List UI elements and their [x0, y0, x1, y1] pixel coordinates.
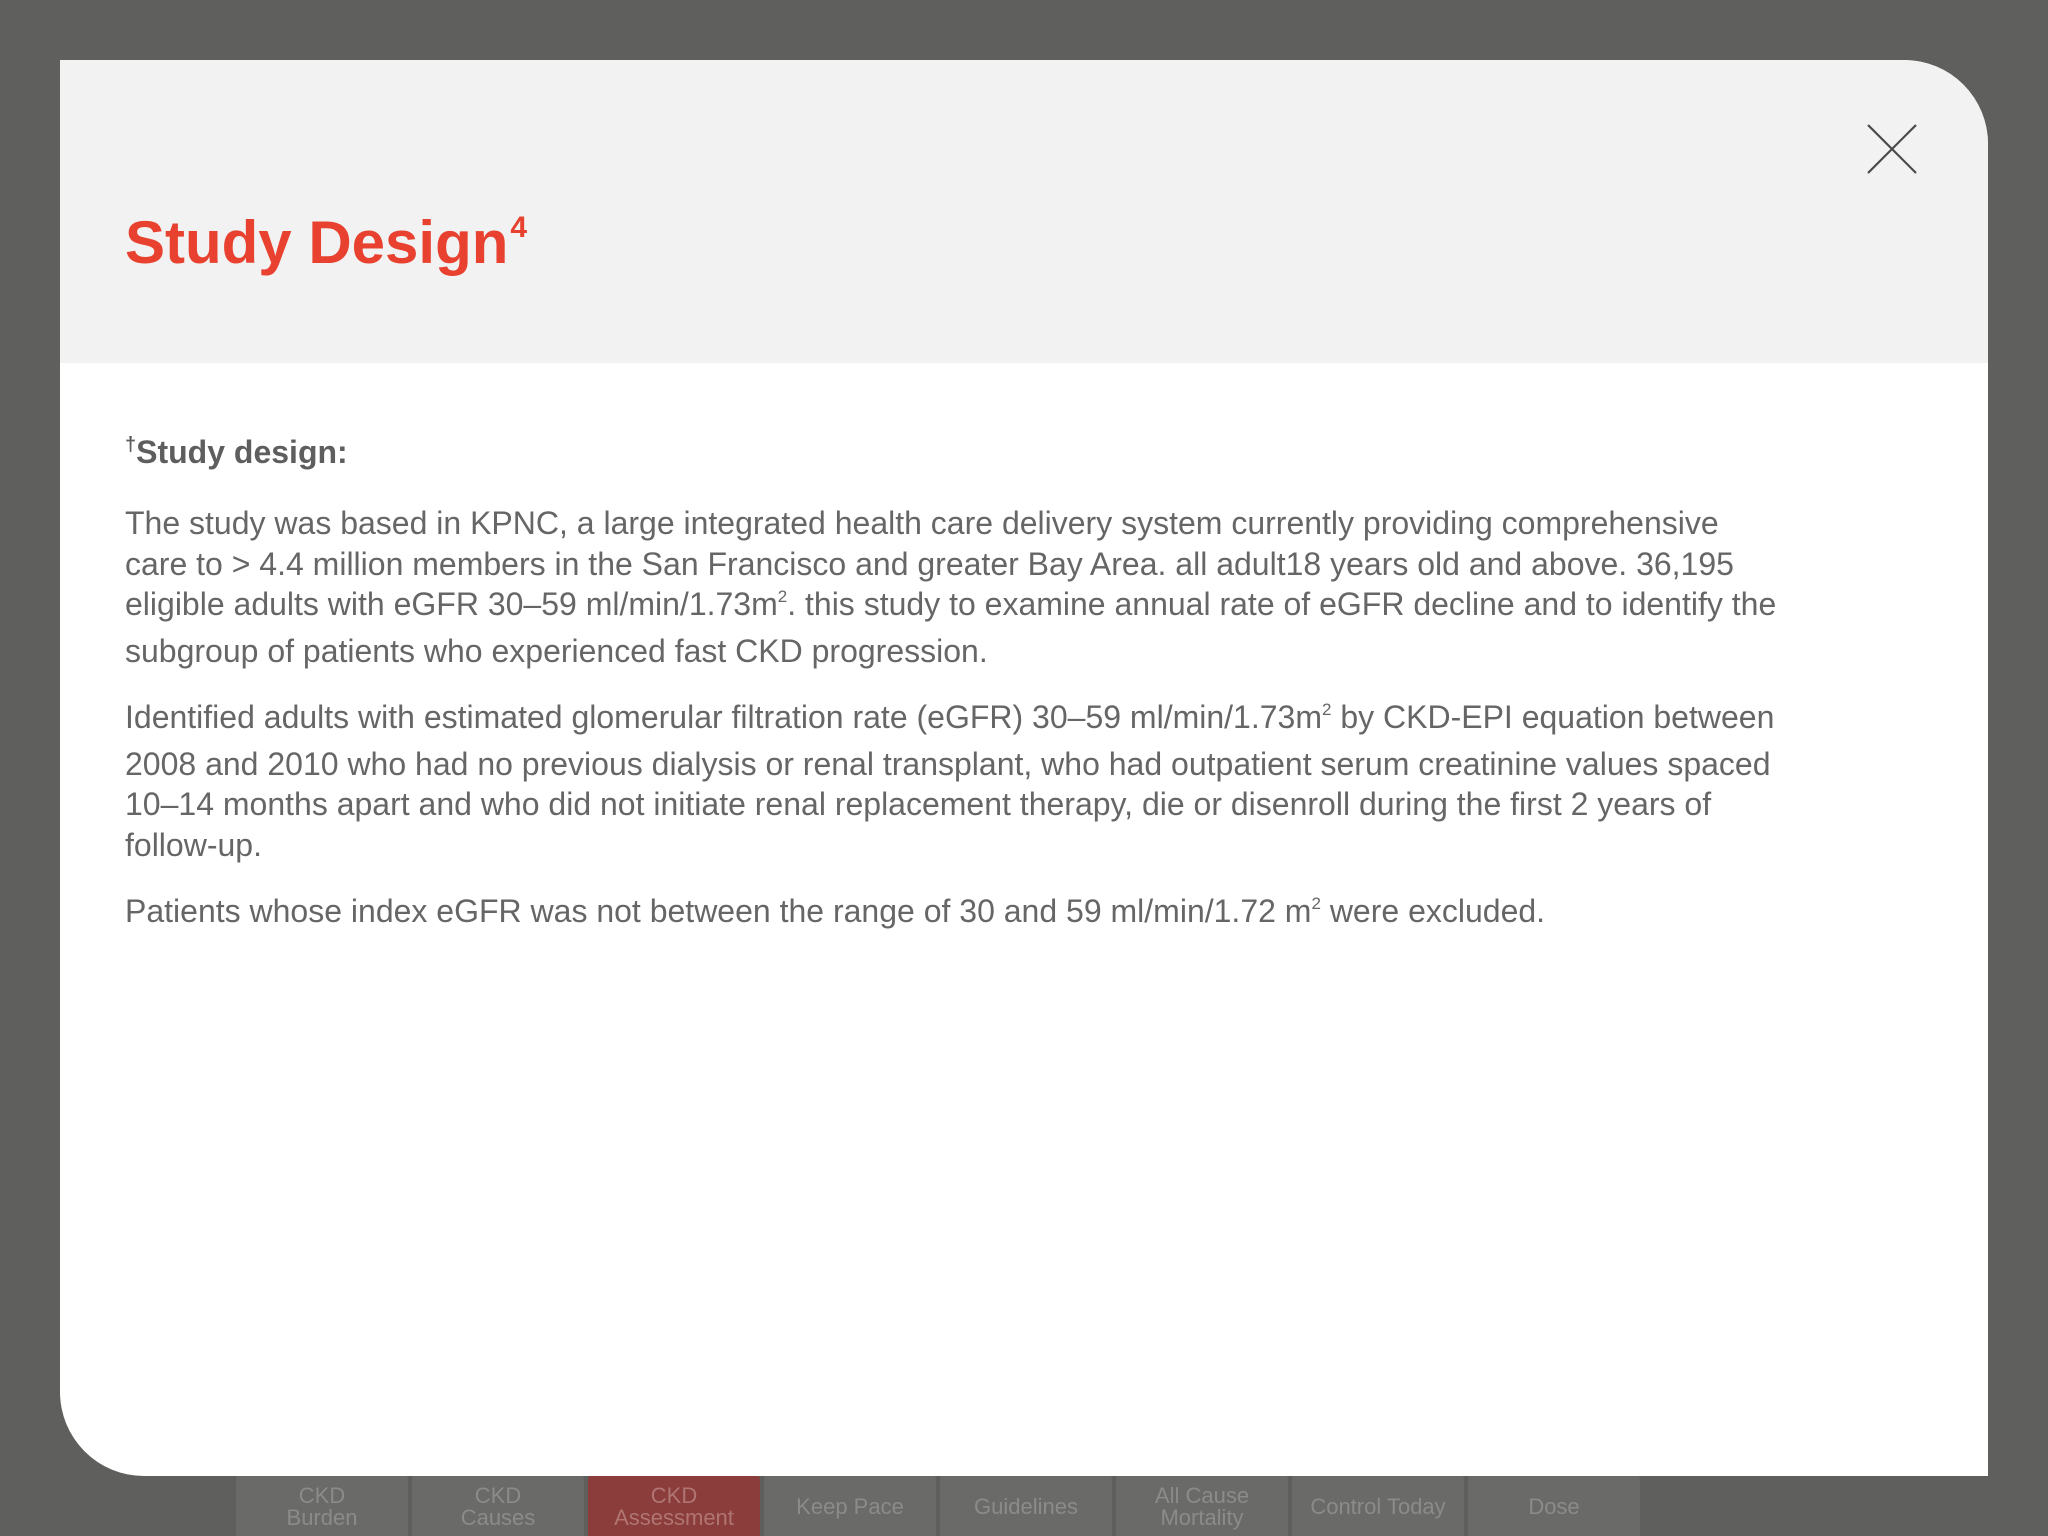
title-reference-number: 4 — [510, 211, 528, 244]
paragraph-exclusion: Patients whose index eGFR was not betwee… — [125, 891, 1785, 938]
paragraph-text: were excluded. — [1320, 893, 1546, 929]
tab-control-today[interactable]: Control Today — [1292, 1474, 1464, 1536]
section-heading-text: Study design: — [136, 434, 348, 470]
paragraph-text: Identified adults with estimated glomeru… — [125, 699, 1322, 735]
close-button[interactable] — [1860, 117, 1924, 181]
tab-ckd-burden[interactable]: CKD Burden — [236, 1474, 408, 1536]
tab-label-line2: Assessment — [614, 1505, 734, 1530]
tab-label-line2: Burden — [286, 1505, 358, 1530]
tab-ckd-causes[interactable]: CKD Causes — [412, 1474, 584, 1536]
modal-header: Study Design4 — [60, 60, 1988, 363]
tab-label: Control Today — [1310, 1494, 1446, 1519]
study-design-modal: Study Design4 †Study design: The study w… — [60, 60, 1988, 1476]
tab-guidelines[interactable]: Guidelines — [940, 1474, 1112, 1536]
screen: CKD Burden CKD Causes CKD Assessment Kee… — [0, 0, 2048, 1536]
tab-label: Guidelines — [974, 1494, 1078, 1519]
modal-body: †Study design: The study was based in KP… — [125, 432, 1785, 964]
paragraph-study-setting: The study was based in KPNC, a large int… — [125, 503, 1785, 671]
tab-label-line1: All Cause — [1154, 1483, 1250, 1508]
tab-keep-pace[interactable]: Keep Pace — [764, 1474, 936, 1536]
tab-all-cause-mortality[interactable]: All Cause Mortality — [1116, 1474, 1288, 1536]
paragraph-inclusion: Identified adults with estimated glomeru… — [125, 697, 1785, 865]
modal-title-text: Study Design — [125, 209, 509, 276]
tab-label-line1: CKD — [650, 1483, 698, 1508]
tab-dose[interactable]: Dose — [1468, 1474, 1640, 1536]
tab-label: Dose — [1528, 1494, 1580, 1519]
dagger-mark: † — [125, 434, 137, 456]
superscript: 2 — [1311, 894, 1321, 913]
superscript: 2 — [1321, 700, 1332, 719]
close-icon — [1867, 124, 1917, 174]
tab-label-line2: Mortality — [1160, 1505, 1244, 1530]
tab-label-line2: Causes — [460, 1505, 536, 1530]
superscript: 2 — [777, 587, 788, 606]
paragraph-text: Patients whose index eGFR was not betwee… — [125, 893, 1312, 929]
tab-ckd-assessment[interactable]: CKD Assessment — [588, 1474, 760, 1536]
modal-title: Study Design4 — [125, 208, 527, 277]
tab-label: Keep Pace — [796, 1494, 904, 1519]
bottom-nav: CKD Burden CKD Causes CKD Assessment Kee… — [236, 1474, 1644, 1536]
section-heading: †Study design: — [125, 432, 1785, 477]
tab-label-line1: CKD — [474, 1483, 522, 1508]
tab-label-line1: CKD — [298, 1483, 346, 1508]
